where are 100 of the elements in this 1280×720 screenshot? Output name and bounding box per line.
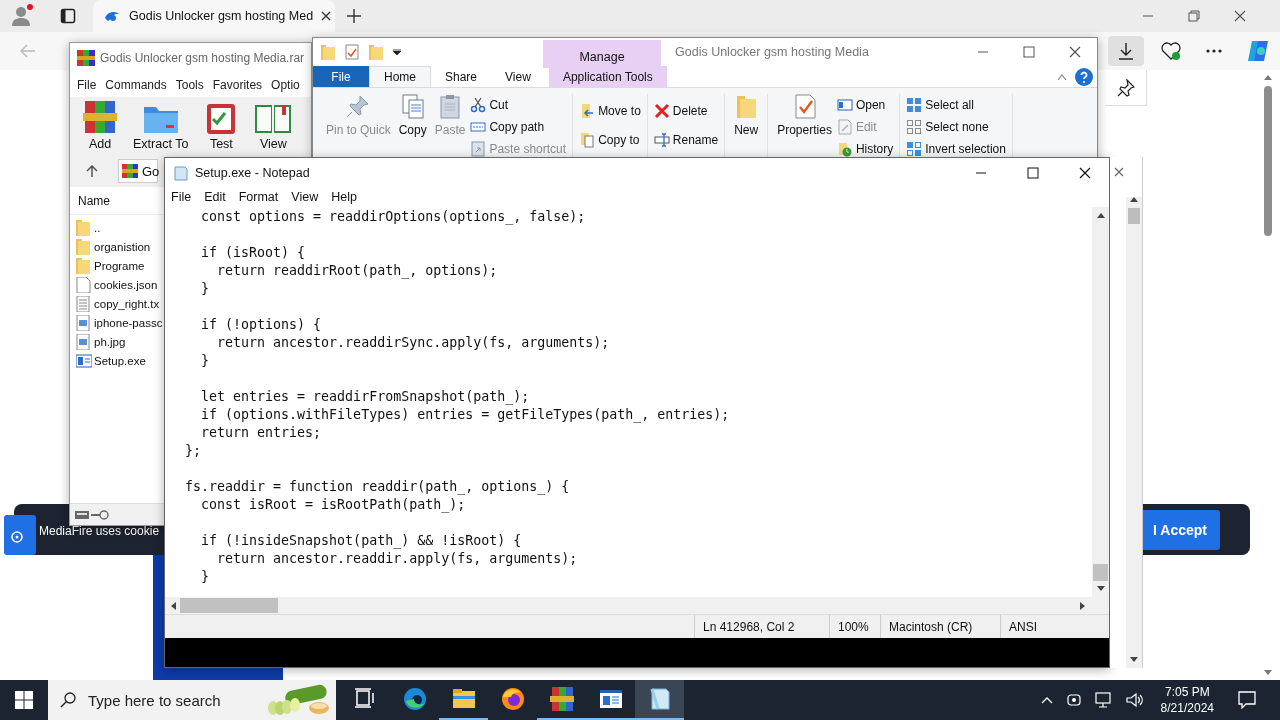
menu-item[interactable]: File <box>77 78 97 92</box>
ribbon-button[interactable]: Copy <box>395 94 430 160</box>
ribbon-tab[interactable]: View <box>491 66 545 87</box>
chevron-up-icon[interactable] <box>1040 696 1053 704</box>
toolbar-button[interactable]: Extract To <box>130 101 192 151</box>
menu-item[interactable]: Edit <box>204 190 226 204</box>
code-line: return ancestor.readdir.apply(fs, arguments); <box>216 550 579 568</box>
file-row[interactable]: .. <box>70 218 101 237</box>
maximize-icon[interactable] <box>1027 166 1039 179</box>
file-row[interactable]: cookies.json <box>70 275 158 294</box>
taskbar-button[interactable] <box>635 680 684 720</box>
new-tab-icon[interactable] <box>347 9 361 23</box>
copilot-icon[interactable] <box>1246 39 1270 63</box>
ribbon-tab[interactable]: Share <box>431 66 492 87</box>
close-icon[interactable] <box>321 11 332 21</box>
ribbon-button[interactable]: Select all <box>906 94 1006 116</box>
scrollbar[interactable] <box>165 597 1109 614</box>
cookie-text: MediaFire uses cookie <box>39 523 160 538</box>
window-icon <box>598 687 623 711</box>
menu-item[interactable]: Optio <box>271 78 300 92</box>
scroll-down-icon <box>1264 670 1272 675</box>
search-field[interactable]: Type here to search <box>88 691 253 709</box>
drive-icon <box>75 510 89 519</box>
file-row[interactable]: organistion <box>70 237 151 256</box>
file-row[interactable]: iphone-passc <box>70 313 163 332</box>
close-icon[interactable] <box>1069 46 1081 58</box>
ribbon-tab[interactable]: Application Tools <box>548 66 667 87</box>
download-button[interactable] <box>1108 36 1144 66</box>
maximize-icon[interactable] <box>1023 46 1035 58</box>
menu-item[interactable]: Help <box>331 190 357 204</box>
toolbar-button[interactable]: Test <box>199 101 244 151</box>
ribbon-tab[interactable]: Home <box>369 66 431 87</box>
camera-icon[interactable] <box>1065 692 1082 708</box>
ribbon-button[interactable]: Properties <box>774 94 835 160</box>
up-icon[interactable] <box>86 165 98 177</box>
scrollbar[interactable] <box>1092 207 1109 597</box>
scrollbar-thumb[interactable] <box>1093 564 1108 581</box>
profile-icon[interactable] <box>10 4 34 28</box>
volume-icon[interactable] <box>1125 692 1144 708</box>
menu-item[interactable]: Tools <box>175 78 204 92</box>
file-row[interactable]: ph.jpg <box>70 332 126 351</box>
delete-icon <box>653 103 670 119</box>
ribbon-button[interactable]: Invert selection <box>906 138 1006 160</box>
archive-icon <box>122 164 138 178</box>
file-row[interactable]: Programe <box>70 256 145 275</box>
menu-item[interactable]: Favorites <box>212 78 263 92</box>
scrollbar-thumb[interactable] <box>1264 86 1272 236</box>
help-icon[interactable] <box>1075 67 1093 86</box>
code-line: } <box>200 280 211 298</box>
ribbon-button[interactable]: History <box>836 138 894 160</box>
ribbon-button[interactable]: Copy to <box>579 129 641 151</box>
edge-icon <box>402 687 427 711</box>
scrollbar[interactable] <box>1262 75 1274 675</box>
clock[interactable]: 7:05 PM 8/21/2024 <box>1160 684 1214 716</box>
path-field[interactable]: Go <box>118 159 158 183</box>
ribbon-button[interactable]: Cut <box>470 94 567 116</box>
network-icon[interactable] <box>1094 692 1113 708</box>
scrollbar-thumb[interactable] <box>180 598 278 613</box>
window-title: Godis Unlocker gsm hosting Media.rar <box>100 51 305 65</box>
code-line: return entries; <box>200 424 323 442</box>
accept-button[interactable]: I Accept <box>1140 509 1220 550</box>
toolbar-button[interactable]: View <box>251 101 296 151</box>
menu-item[interactable]: Commands <box>105 78 167 92</box>
menu-item[interactable]: File <box>171 190 192 204</box>
collapse-icon[interactable] <box>1057 73 1067 80</box>
ribbon-button[interactable]: Move to <box>579 100 641 122</box>
browser-tab[interactable]: Godis Unlocker gsm hosting Med <box>93 0 335 32</box>
notification-icon[interactable] <box>1238 691 1256 709</box>
file-row[interactable]: copy_right.tx <box>70 294 160 313</box>
toolbar-button[interactable]: Add <box>78 101 122 151</box>
tab-actions-icon[interactable] <box>60 8 76 24</box>
scroll-up-icon <box>1096 213 1105 218</box>
code-line: } <box>200 568 211 586</box>
health-icon[interactable] <box>1160 41 1182 61</box>
ribbon-button[interactable]: Delete <box>653 100 719 122</box>
ribbon-button[interactable]: Copy path <box>470 116 567 138</box>
scroll-down-icon <box>1096 586 1105 591</box>
dropdown-icon[interactable] <box>393 49 401 55</box>
ribbon-button[interactable]: Open <box>836 94 894 116</box>
scrollbar[interactable] <box>1126 197 1142 668</box>
search-box[interactable]: Type here to search <box>48 680 336 720</box>
ribbon-button[interactable]: Rename <box>653 129 719 151</box>
key-icon <box>91 509 109 520</box>
pin-icon[interactable] <box>1116 78 1135 97</box>
file-row[interactable]: Setup.exe <box>70 351 146 370</box>
ribbon-button[interactable]: New <box>731 94 762 160</box>
more-icon[interactable] <box>1206 49 1222 53</box>
properties-icon[interactable] <box>345 44 359 60</box>
ribbon-tab[interactable]: File <box>313 66 369 87</box>
close-icon[interactable] <box>1234 10 1246 22</box>
edit-icon <box>836 119 853 135</box>
ribbon-button[interactable]: Select none <box>906 116 1006 138</box>
scrollbar-thumb[interactable] <box>1128 208 1140 224</box>
close-icon[interactable] <box>1079 166 1091 179</box>
settings-icon[interactable] <box>4 514 36 555</box>
menu-item[interactable]: View <box>291 190 319 204</box>
copy-path-icon <box>470 119 487 135</box>
restore-icon[interactable] <box>1188 10 1200 22</box>
books-icon <box>81 101 119 135</box>
menu-item[interactable]: Format <box>238 190 279 204</box>
